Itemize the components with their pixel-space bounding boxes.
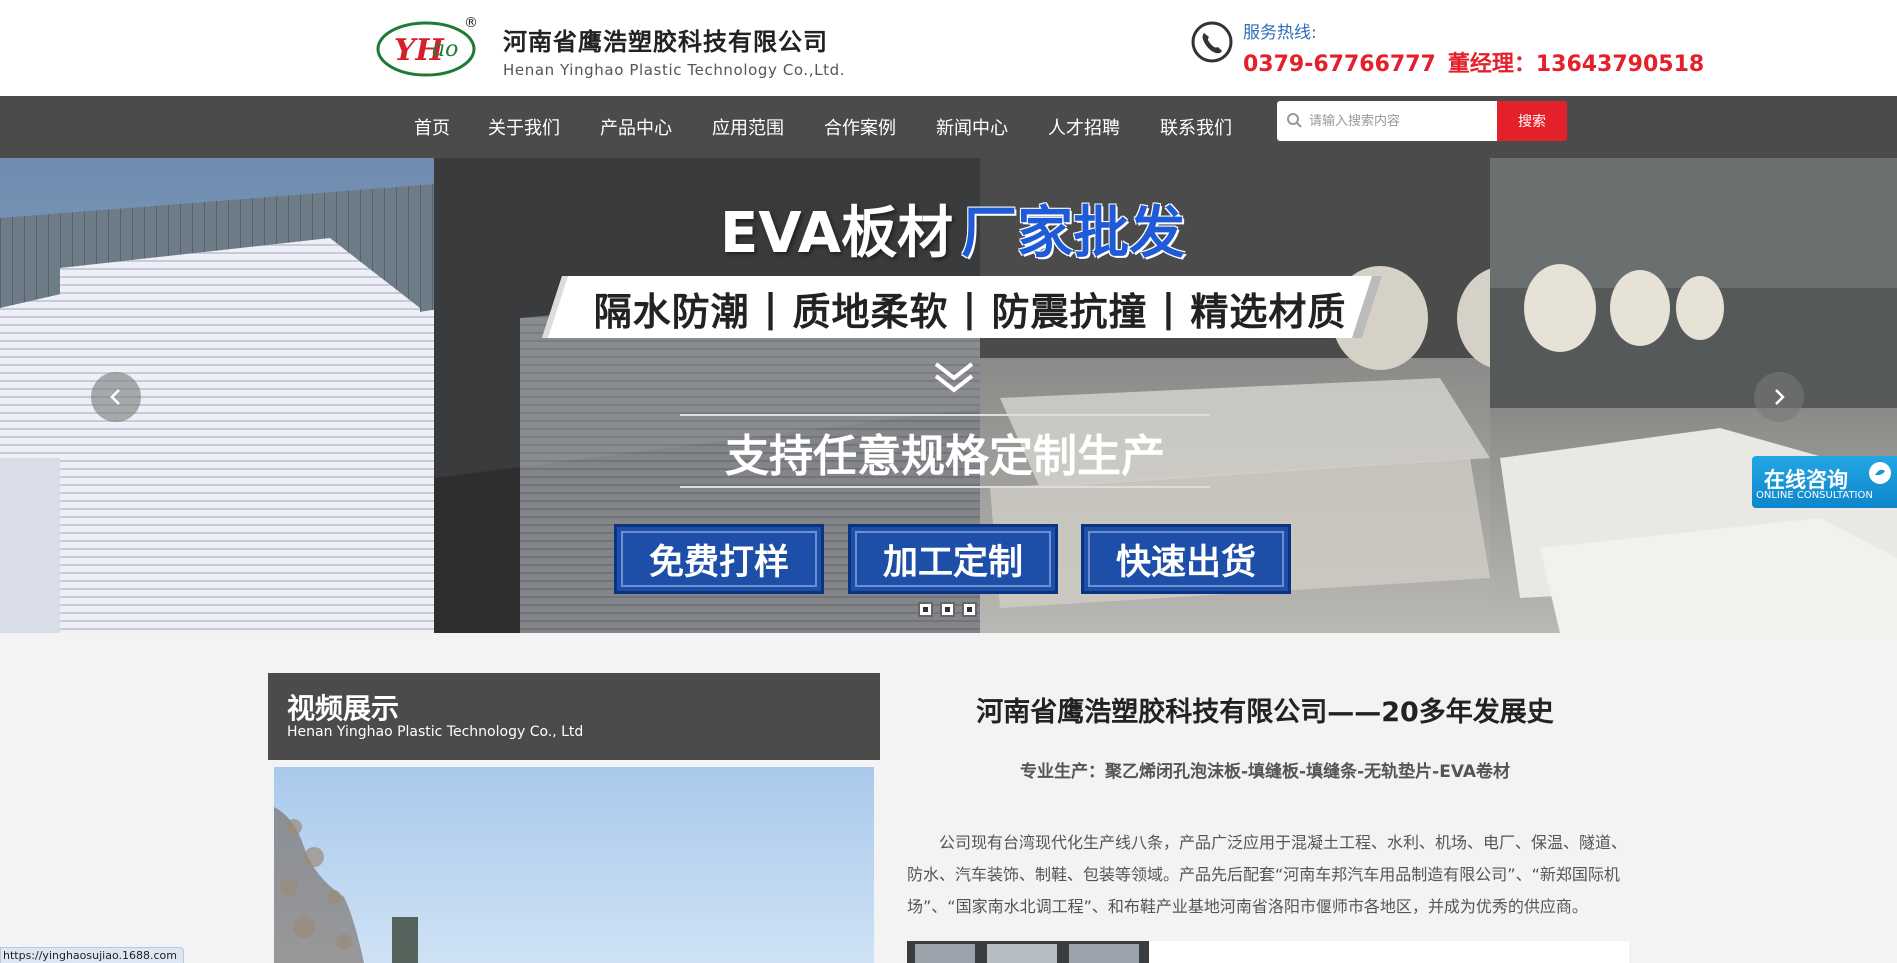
chevron-left-icon — [110, 389, 120, 405]
nav-item-cases[interactable]: 合作案例 — [824, 114, 896, 140]
feature-item: 隔水防潮 — [593, 289, 750, 334]
divider-line — [680, 414, 1210, 416]
banner-title-highlight: 厂家批发 — [961, 201, 1186, 266]
next-slide-button[interactable] — [1754, 372, 1804, 422]
about-subtitle: 专业生产：聚乙烯闭孔泡沫板-填缝板-填缝条-无轨垫片-EVA卷材 — [1020, 762, 1510, 782]
video-section-header: 视频展示 Henan Yinghao Plastic Technology Co… — [268, 673, 880, 760]
feature-item: 防震抗撞 — [991, 289, 1148, 334]
slide-dot-1[interactable] — [918, 602, 933, 617]
search-box — [1277, 101, 1497, 141]
hotline-numbers: 0379-67766777 董经理：13643790518 — [1243, 46, 1704, 78]
prev-slide-button[interactable] — [91, 372, 141, 422]
phone-icon — [1191, 21, 1233, 63]
slide-dot-3[interactable] — [962, 602, 977, 617]
online-consultation-button[interactable]: 在线咨询 ONLINE CONSULTATION — [1752, 456, 1897, 508]
feature-item: 质地柔软 — [792, 289, 949, 334]
chevron-right-icon — [1775, 389, 1785, 405]
slide-indicators — [918, 602, 984, 617]
nav-item-contact[interactable]: 联系我们 — [1160, 114, 1232, 140]
svg-text:®: ® — [464, 16, 478, 31]
feature-separator: | — [962, 286, 978, 330]
company-name-block: 河南省鹰浩塑胶科技有限公司 Henan Yinghao Plastic Tech… — [503, 22, 845, 79]
free-sample-button[interactable]: 免费打样 — [614, 524, 824, 594]
chat-bubble-icon — [1869, 462, 1891, 484]
company-logo[interactable]: YH ao ® — [376, 16, 478, 78]
video-section-subtitle: Henan Yinghao Plastic Technology Co., Lt… — [287, 724, 584, 740]
feature-list: 隔水防潮 | 质地柔软 | 防震抗撞 | 精选材质 — [590, 280, 1350, 336]
hotline-phone: 0379-67766777 — [1243, 52, 1436, 77]
nav-item-home[interactable]: 首页 — [414, 114, 450, 140]
banner-title-main: EVA板材 — [720, 201, 954, 266]
search-icon — [1287, 113, 1302, 128]
custom-processing-button[interactable]: 加工定制 — [848, 524, 1058, 594]
company-name-cn: 河南省鹰浩塑胶科技有限公司 — [503, 28, 828, 56]
site-header: YH ao ® 河南省鹰浩塑胶科技有限公司 Henan Yinghao Plas… — [0, 0, 1897, 96]
about-image-strip — [907, 941, 1629, 963]
divider-line — [680, 486, 1210, 488]
feature-item: 精选材质 — [1190, 289, 1347, 334]
nav-item-applications[interactable]: 应用范围 — [712, 114, 784, 140]
factory-photo — [907, 941, 1149, 963]
online-consultation-sublabel: ONLINE CONSULTATION — [1756, 490, 1873, 501]
video-section-title: 视频展示 — [287, 692, 400, 725]
banner-title: EVA板材 厂家批发 — [720, 188, 1185, 269]
hotline-label: 服务热线: — [1243, 23, 1317, 43]
double-chevron-down-icon — [934, 362, 974, 393]
about-body: 公司现有台湾现代化生产线八条，产品广泛应用于混凝土工程、水利、机场、电厂、保温、… — [907, 833, 1628, 916]
hotline-block: 服务热线: 0379-67766777 董经理：13643790518 — [1243, 18, 1704, 78]
nav-items: 首页 关于我们 产品中心 应用范围 合作案例 新闻中心 人才招聘 联系我们 — [414, 96, 1272, 158]
fast-delivery-button[interactable]: 快速出货 — [1081, 524, 1291, 594]
nav-item-products[interactable]: 产品中心 — [600, 114, 672, 140]
main-nav: 首页 关于我们 产品中心 应用范围 合作案例 新闻中心 人才招聘 联系我们 搜索 — [0, 96, 1897, 158]
search-input[interactable] — [1309, 113, 1489, 129]
about-title: 河南省鹰浩塑胶科技有限公司——20多年发展史 — [976, 697, 1554, 728]
nav-item-about[interactable]: 关于我们 — [488, 114, 560, 140]
nav-item-jobs[interactable]: 人才招聘 — [1048, 114, 1120, 140]
hotline-manager: 董经理：13643790518 — [1447, 52, 1705, 77]
custom-production-text: 支持任意规格定制生产 — [725, 431, 1165, 482]
company-name-en: Henan Yinghao Plastic Technology Co.,Ltd… — [503, 61, 846, 79]
search-button[interactable]: 搜索 — [1497, 101, 1567, 141]
nav-item-news[interactable]: 新闻中心 — [936, 114, 1008, 140]
slide-dot-2[interactable] — [940, 602, 955, 617]
feature-separator: | — [763, 286, 779, 330]
hero-banner: EVA板材 厂家批发 隔水防潮 | 质地柔软 | 防震抗撞 | 精选材质 支持任意… — [0, 158, 1897, 633]
feature-separator: | — [1161, 286, 1177, 330]
browser-status-url: https://yinghaosujiao.1688.com — [0, 947, 184, 963]
svg-text:ao: ao — [432, 37, 458, 62]
video-thumbnail[interactable] — [274, 767, 874, 963]
